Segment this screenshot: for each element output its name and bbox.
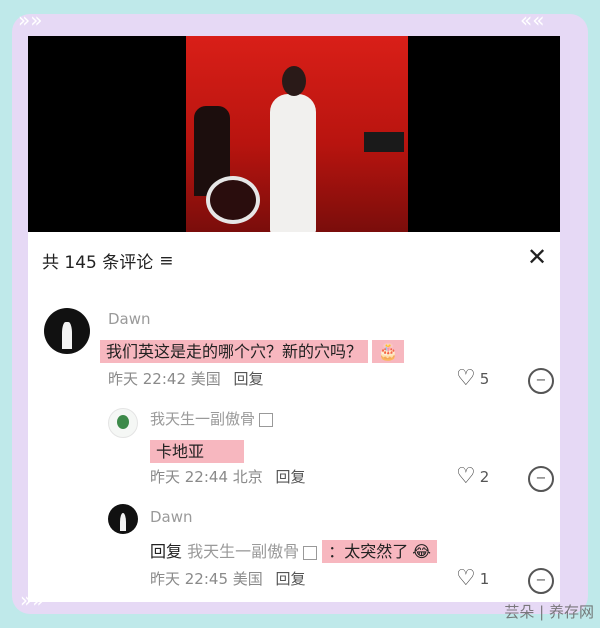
like-count: 2 [479,467,490,486]
reply-button[interactable]: 回复 [276,468,306,486]
close-icon[interactable]: ✕ [524,244,550,270]
comment-meta: 昨天 22:45 美国 回复 [150,568,306,589]
comment-text: ：太突然了 😂 [322,540,437,563]
comment-text-value: ：太突然了 [328,542,409,561]
video-frame [186,36,408,232]
avatar[interactable] [108,408,138,438]
keyboard-image [364,132,404,152]
watermark-text: 芸朵 | 养存网 [504,603,594,621]
comment-sheet-card: 共 145 条评论 ≡ ✕ Dawn 我们英这是走的哪个穴？新的穴吗？ 🎂 昨天 … [28,36,560,602]
username-text: 我天生一副傲骨 [150,410,256,428]
comment-username[interactable]: 我天生一副傲骨 [150,408,274,429]
comment-text: 卡地亚 [150,440,245,463]
comment-time: 昨天 22:44 北京 [150,468,263,486]
like-button[interactable]: ♡ 5 [456,366,489,391]
comments-header: 共 145 条评论 ≡ ✕ [28,232,560,288]
arrow-decoration-icon: »» [18,8,43,32]
comment-text-row: 卡地亚 [150,438,245,463]
like-button[interactable]: ♡ 1 [456,566,489,591]
comment-text-row: 我们英这是走的哪个穴？新的穴吗？ 🎂 [100,338,404,363]
avatar[interactable] [44,308,90,354]
avatar[interactable] [108,504,138,534]
badge-box-icon [259,412,274,427]
reply-prefix: 回复 [150,542,183,561]
comment-meta: 昨天 22:44 北京 回复 [150,466,306,487]
sort-lines-icon[interactable]: ≡ [159,251,173,271]
like-count: 1 [479,569,490,588]
reply-target-user[interactable]: 我天生一副傲骨 [187,542,299,561]
reply-item: 我天生一副傲骨 卡地亚 昨天 22:44 北京 回复 ♡ 2 − [28,398,560,494]
avatar-figure [120,513,126,531]
singer-figure [270,94,316,232]
heart-icon: ♡ [456,366,476,391]
comment-text: 我们英这是走的哪个穴？新的穴吗？ [100,340,369,363]
arrow-decoration-icon: «« [520,8,545,32]
comment-text-row: 回复 我天生一副傲骨 ：太突然了 😂 [150,538,437,563]
plant-avatar-icon [117,415,129,429]
heart-icon: ♡ [456,566,476,591]
cake-emoji-icon: 🎂 [372,340,404,363]
heart-icon: ♡ [456,464,476,489]
avatar-figure [62,321,72,350]
dislike-icon[interactable]: − [528,368,554,394]
reply-button[interactable]: 回复 [234,370,264,388]
video-player[interactable] [28,36,560,232]
reply-button[interactable]: 回复 [276,570,306,588]
comment-username[interactable]: Dawn [150,508,193,526]
comment-time: 昨天 22:45 美国 [150,570,263,588]
dislike-icon[interactable]: − [528,466,554,492]
like-button[interactable]: ♡ 2 [456,464,489,489]
dislike-icon[interactable]: − [528,568,554,594]
comment-count-label: 共 145 条评论 [42,253,154,273]
comment-meta: 昨天 22:42 美国 回复 [108,368,264,389]
laugh-emoji-icon: 😂 [412,542,431,561]
drum-image [206,176,260,224]
comment-time: 昨天 22:42 美国 [108,370,221,388]
like-count: 5 [479,369,490,388]
reply-item: Dawn 回复 我天生一副傲骨 ：太突然了 😂 昨天 22:45 美国 回复 ♡ … [28,494,560,602]
comment-username[interactable]: Dawn [108,310,151,328]
badge-box-icon [303,545,318,560]
comment-count[interactable]: 共 145 条评论 ≡ [42,248,174,274]
singer-head [282,66,306,96]
comment-item: Dawn 我们英这是走的哪个穴？新的穴吗？ 🎂 昨天 22:42 美国 回复 ♡ … [28,288,560,398]
